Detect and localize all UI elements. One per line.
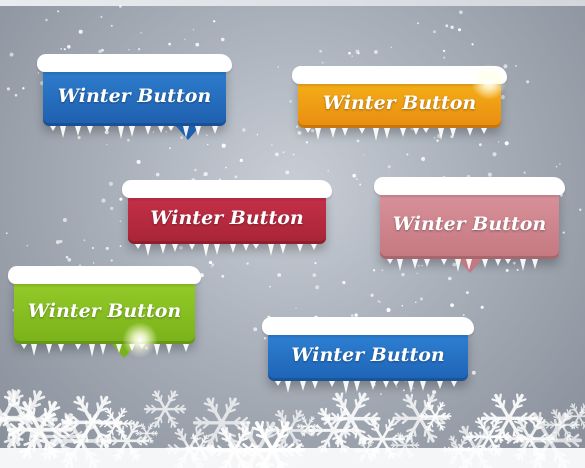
- winter-button-red[interactable]: Winter Button: [122, 180, 332, 257]
- winter-button-pink[interactable]: Winter Button: [374, 177, 565, 273]
- light-glare-icon: [122, 322, 158, 358]
- winter-button-blue[interactable]: Winter Button: [37, 54, 232, 140]
- snowflake-bank: [0, 389, 585, 468]
- icicle-icon: [135, 244, 317, 257]
- button-label: Winter Button: [57, 85, 212, 107]
- icicle-icon: [305, 128, 487, 141]
- winter-button-orange[interactable]: Winter Button: [292, 64, 507, 141]
- light-glare-icon: [471, 64, 507, 100]
- icicle-icon: [387, 259, 538, 272]
- icicle-icon: [50, 126, 218, 139]
- button-label: Winter Button: [27, 300, 182, 322]
- icicle-icon: [21, 344, 189, 357]
- button-label: Winter Button: [291, 344, 445, 366]
- winter-button-blue-lower[interactable]: Winter Button: [262, 317, 474, 394]
- snow-cap: [8, 266, 201, 284]
- snow-cap: [37, 54, 232, 72]
- button-label: Winter Button: [150, 207, 304, 229]
- button-label: Winter Button: [392, 213, 547, 235]
- winter-buttons-canvas: Winter Button Winter Button Winter Butto…: [0, 0, 585, 468]
- button-label: Winter Button: [322, 92, 477, 114]
- snowflake-icon: [143, 390, 187, 428]
- snow-cap: [262, 317, 474, 335]
- winter-button-green[interactable]: Winter Button: [8, 266, 201, 358]
- snow-cap: [122, 180, 332, 198]
- snow-cap: [374, 177, 565, 195]
